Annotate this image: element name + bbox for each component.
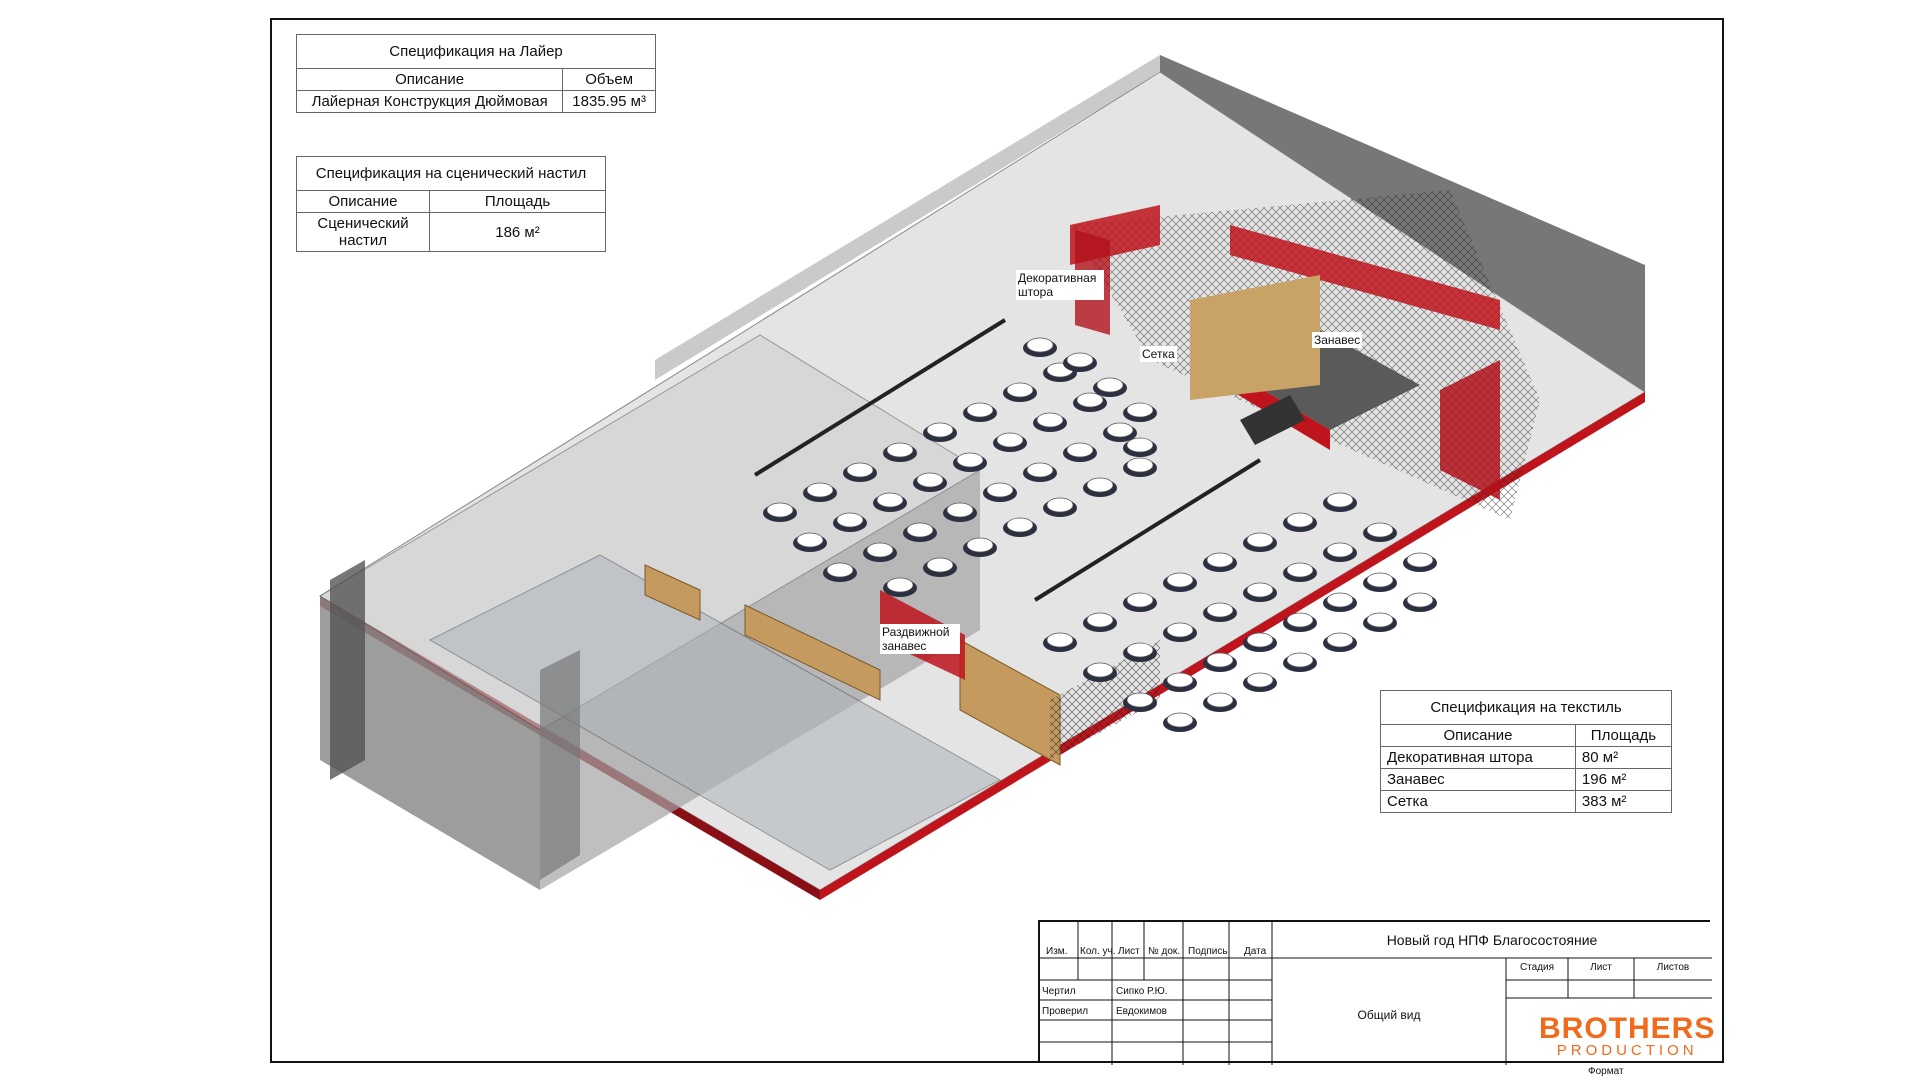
spec-stage-table: Спецификация на сценический настил Описа… [296,156,606,252]
spec-layer-title: Спецификация на Лайер [296,34,656,69]
spec-stage-col-val: Площадь [429,190,606,213]
round-table [1282,652,1318,673]
round-table [1162,712,1198,733]
sheet-label: Лист [1590,962,1612,973]
col-list: Лист [1118,946,1140,957]
pillar-left [330,560,365,780]
isometric-hall-view [319,55,1646,900]
round-table [1242,672,1278,693]
round-table [1402,592,1438,613]
spec-stage-row-desc: Сценический настил [296,212,430,252]
round-table [1322,632,1358,653]
spec-layer-col-desc: Описание [295,68,564,91]
logo-text-top: BROTHERS [1539,1012,1716,1045]
col-ndok: № док. [1148,946,1181,957]
col-kol: Кол. уч. [1080,946,1116,957]
checked-name: Евдокимов [1116,1006,1167,1017]
stage-label: Стадия [1519,962,1555,973]
spec-layer-row-desc: Лайерная Конструкция Дюймовая [295,90,564,113]
logo-text-bottom: PRODUCTION [1556,1042,1698,1059]
round-table [1362,572,1398,593]
callout-decor-curtain: Декоративная штора [1016,270,1104,300]
spec-stage-row-val: 186 м² [429,212,606,252]
spec-layer-table: Спецификация на Лайер Описание Объем Лайе… [295,34,656,113]
callout-net: Сетка [1140,346,1177,362]
spec-textile-col-val: Площадь [1574,724,1673,747]
spec-layer-row-val: 1835.95 м³ [562,90,656,113]
spec-textile-row-desc: Сетка [1380,790,1576,813]
drawn-label: Чертил [1042,986,1076,997]
col-date: Дата [1244,946,1267,957]
drawn-name: Сипко Р.Ю. [1116,986,1168,997]
spec-textile-row-desc: Декоративная штора [1380,746,1576,769]
title-block-sheet-name: Общий вид [1357,1008,1421,1022]
callout-curtain: Занавес [1312,332,1363,348]
spec-stage-title: Спецификация на сценический настил [296,156,606,191]
spec-textile-col-desc: Описание [1380,724,1576,747]
round-table [1362,612,1398,633]
sheets-label: Листов [1656,962,1690,973]
round-table [1202,692,1238,713]
spec-textile-row-val: 196 м² [1574,768,1673,791]
spec-textile-row-val: 383 м² [1574,790,1673,813]
spec-stage-col-desc: Описание [296,190,430,213]
title-block-project: Новый год НПФ Благосостояние [1386,932,1598,948]
spec-textile-table: Спецификация на текстиль Описание Площадь… [1380,690,1673,813]
format-label: Формат [1588,1066,1624,1077]
spec-textile-row-val: 80 м² [1574,746,1673,769]
spec-layer-col-val: Объем [562,68,656,91]
spec-textile-title: Спецификация на текстиль [1380,690,1672,725]
spec-textile-row-desc: Занавес [1380,768,1576,791]
col-izm: Изм. [1046,946,1068,957]
checked-label: Проверил [1042,1006,1089,1017]
pillar-mid [540,650,580,880]
col-sign: Подпись [1188,946,1228,957]
callout-sliding-curtain: Раздвижной занавес [880,624,960,654]
brothers-production-logo: BROTHERS PRODUCTION [1539,1012,1716,1059]
round-table [1322,592,1358,613]
round-table [1402,552,1438,573]
